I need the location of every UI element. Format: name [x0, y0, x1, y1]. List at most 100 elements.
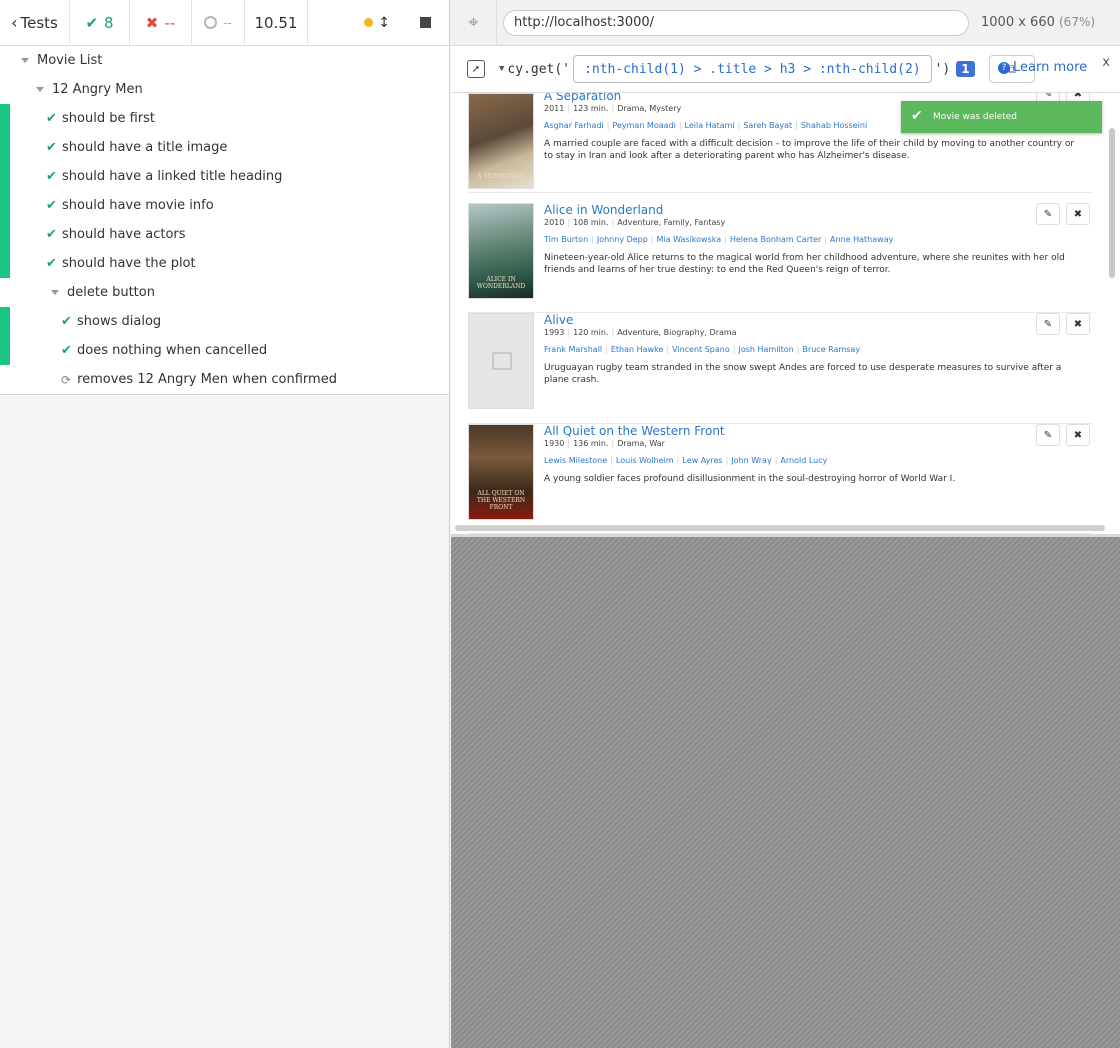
test-label: should be first — [62, 111, 155, 126]
vertical-scrollbar[interactable] — [1109, 128, 1115, 278]
actor-link[interactable]: Sareh Bayat — [743, 121, 792, 130]
delete-icon[interactable]: ✖ — [1066, 313, 1090, 335]
movie-poster: ALL QUIET ON THE WESTERN FRONT — [468, 424, 534, 520]
movie-title-link[interactable]: Alive — [544, 313, 1082, 327]
url-field[interactable]: http://localhost:3000/ — [503, 9, 969, 36]
viewport-info[interactable]: 1000 x 660 (67%) — [981, 15, 1095, 30]
learn-more-link[interactable]: ? Learn more — [998, 60, 1087, 75]
delete-icon[interactable]: ✖ — [1066, 203, 1090, 225]
separator: | — [795, 121, 798, 130]
separator: | — [666, 345, 670, 354]
caret-down-icon — [21, 58, 29, 63]
stats-bar: ‹ Tests ✔ 8 ✖ -- -- 10.51 ↕ — [0, 0, 449, 46]
actor-link[interactable]: Asghar Farhadi — [544, 121, 604, 130]
movie-meta: 1993 | 120 min. | Adventure, Biography, Dram… — [544, 328, 1082, 337]
movie-actions: ✎ ✖ — [1036, 313, 1090, 335]
test-suite: Movie List 12 Angry Men ✔ should be first… — [0, 46, 449, 395]
actor-link[interactable]: Shahab Hosseini — [801, 121, 867, 130]
edit-icon[interactable]: ✎ — [1036, 313, 1060, 335]
actor-link[interactable]: Vincent Spano — [672, 345, 730, 354]
actor-link[interactable]: Peyman Moaadi — [612, 121, 675, 130]
test-label: should have actors — [62, 227, 186, 242]
check-icon: ✔ — [46, 169, 57, 184]
movie-runtime: 136 min. — [573, 439, 609, 448]
separator: | — [650, 235, 654, 244]
movie-actors: Tim Burton | Johnny Depp | Mia Wasikowska | He… — [544, 235, 1082, 244]
actor-link[interactable]: Ethan Hawke — [611, 345, 664, 354]
playground-method[interactable]: ▼ cy.get(' :nth-child(1) > .title > h3 >… — [499, 55, 950, 83]
test-running[interactable]: ⟳ removes 12 Angry Men when confirmed — [0, 365, 449, 394]
separator: | — [796, 345, 800, 354]
test-passed[interactable]: ✔ does nothing when cancelled — [0, 336, 449, 365]
status-dot-icon — [364, 18, 374, 27]
method-close: ') — [934, 61, 951, 77]
separator: | — [591, 235, 594, 244]
refresh-icon: ⟳ — [61, 372, 72, 387]
selector-input[interactable]: :nth-child(1) > .title > h3 > :nth-child… — [573, 55, 932, 83]
test-label: does nothing when cancelled — [77, 343, 268, 358]
actor-link[interactable]: John Wray — [731, 456, 771, 465]
separator: | — [610, 456, 613, 465]
poster-text: ALL QUIET ON THE WESTERN FRONT — [476, 490, 526, 511]
nested-test-list: ✔ shows dialog ✔ does nothing when cancelle… — [0, 307, 449, 365]
actor-link[interactable]: Helena Bonham Carter — [730, 235, 821, 244]
actor-link[interactable]: Bruce Ramsay — [802, 345, 860, 354]
movie-title-link[interactable]: Alice in Wonderland — [544, 203, 1082, 217]
actor-link[interactable]: Arnold Lucy — [780, 456, 827, 465]
check-icon: ✔ — [61, 314, 72, 329]
learn-more-label: Learn more — [1013, 60, 1088, 75]
actor-link[interactable]: Leila Hatami — [685, 121, 735, 130]
close-button[interactable]: x — [1102, 55, 1110, 70]
stop-icon[interactable] — [420, 17, 431, 28]
tests-back-button[interactable]: ‹ Tests — [0, 0, 70, 46]
reporter-panel: ‹ Tests ✔ 8 ✖ -- -- 10.51 ↕ Movie List 1… — [0, 0, 450, 1048]
runner-controls: ↕ — [308, 15, 449, 31]
separator: | — [611, 104, 615, 113]
actor-link[interactable]: Mia Wasikowska — [657, 235, 722, 244]
app-frame: A SEPARATION A Separation 2011 | 123 min. | Dr… — [451, 93, 1120, 537]
check-icon: ✔ — [61, 343, 72, 358]
test-passed[interactable]: ✔ should have a title image — [0, 133, 449, 162]
actor-link[interactable]: Lew Ayres — [682, 456, 722, 465]
actor-link[interactable]: Lewis Milestone — [544, 456, 607, 465]
separator: | — [611, 439, 615, 448]
test-passed[interactable]: ✔ should have a linked title heading — [0, 162, 449, 191]
separator: | — [605, 345, 608, 354]
edit-icon[interactable]: ✎ — [1036, 203, 1060, 225]
suite-title[interactable]: Movie List — [0, 46, 449, 75]
actor-link[interactable]: Tim Burton — [544, 235, 588, 244]
delete-icon[interactable]: ✖ — [1066, 424, 1090, 446]
movie-plot: A young soldier faces profound disillusi… — [544, 474, 956, 484]
test-passed[interactable]: ✔ should be first — [0, 104, 449, 133]
test-passed[interactable]: ✔ should have movie info — [0, 191, 449, 220]
movie-info: Alice in Wonderland 2010 | 108 min. | Adventu… — [544, 203, 1082, 276]
caret-down-icon — [36, 87, 44, 92]
movie-genres: Adventure, Biography, Drama — [617, 328, 737, 337]
crosshair-icon[interactable]: ⌖ — [451, 0, 497, 46]
movie-year: 1993 — [544, 328, 565, 337]
tests-label: Tests — [20, 13, 58, 32]
nested-suite-title[interactable]: delete button — [0, 278, 449, 307]
toast-text: Movie was deleted — [933, 112, 1017, 122]
actor-link[interactable]: Johnny Depp — [597, 235, 648, 244]
edit-icon[interactable]: ✎ — [1036, 424, 1060, 446]
actor-link[interactable]: Frank Marshall — [544, 345, 602, 354]
test-passed[interactable]: ✔ shows dialog — [0, 307, 449, 336]
actor-link[interactable]: Josh Hamilton — [738, 345, 793, 354]
actor-link[interactable]: Anne Hathaway — [830, 235, 893, 244]
group-title[interactable]: 12 Angry Men — [0, 75, 449, 104]
url-bar: ⌖ http://localhost:3000/ 1000 x 660 (67%… — [451, 0, 1120, 46]
test-passed[interactable]: ✔ should have actors — [0, 220, 449, 249]
test-label: should have movie info — [62, 198, 214, 213]
movie-plot: Uruguayan rugby team stranded in the sno… — [544, 363, 1062, 385]
movie-title-link[interactable]: All Quiet on the Western Front — [544, 424, 1082, 438]
arrows-vertical-icon: ↕ — [378, 14, 390, 31]
actor-link[interactable]: Louis Wolheim — [616, 456, 674, 465]
cursor-pick-icon[interactable]: ➚ — [467, 60, 485, 78]
horizontal-scrollbar[interactable] — [455, 525, 1105, 531]
test-passed[interactable]: ✔ should have the plot — [0, 249, 449, 278]
passed-count: ✔ 8 — [70, 0, 130, 46]
auto-scroll-toggle[interactable]: ↕ — [364, 15, 390, 31]
separator: | — [676, 456, 680, 465]
check-icon: ✔ — [46, 140, 57, 155]
